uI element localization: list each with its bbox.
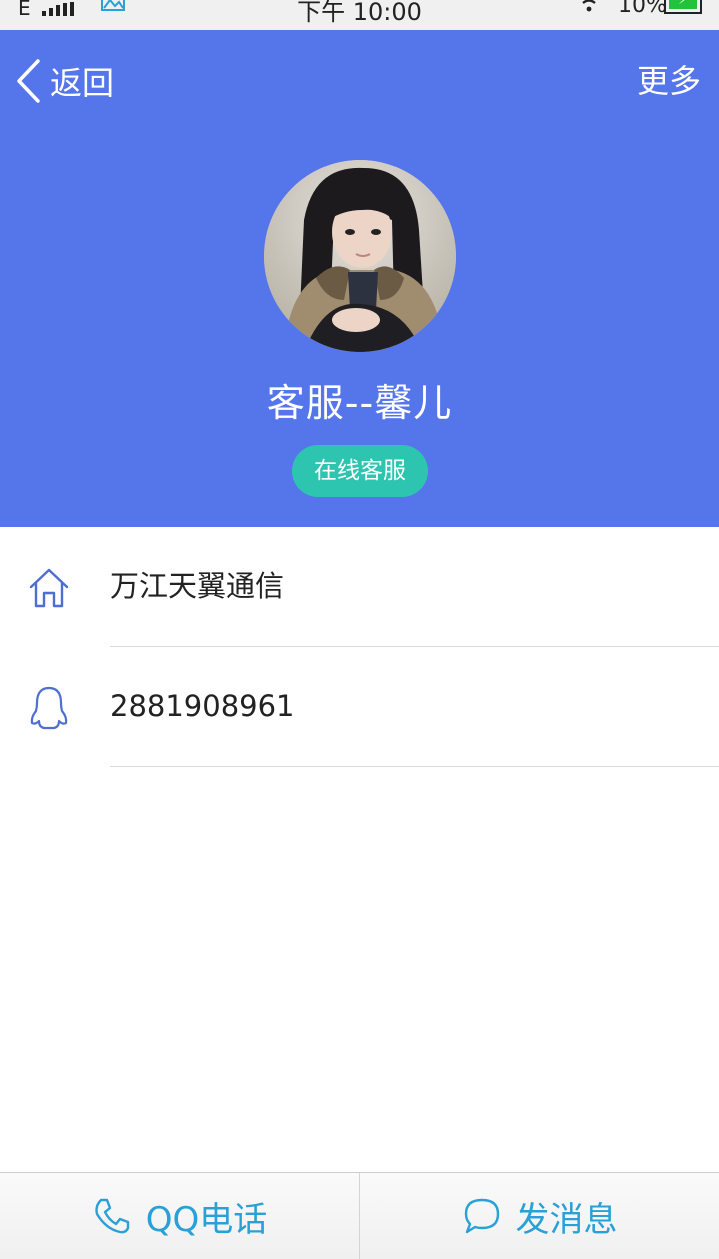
more-button[interactable]: 更多 [637, 56, 701, 106]
qq-number: 2881908961 [110, 689, 295, 723]
send-message-label: 发消息 [515, 1199, 618, 1240]
company-row[interactable]: 万江天翼通信 [0, 527, 719, 647]
info-list: 万江天翼通信 2881908961 [0, 527, 719, 767]
divider [110, 766, 719, 767]
avatar-photo [264, 160, 456, 352]
home-icon [29, 568, 69, 608]
back-label: 返回 [50, 64, 115, 102]
profile-name: 客服--馨儿 [266, 381, 453, 425]
chat-bubble-icon [464, 1198, 499, 1234]
qq-penguin-icon [30, 686, 68, 730]
role-badge: 在线客服 [292, 445, 428, 497]
clock: 下午 10:00 [297, 0, 422, 26]
phone-icon [95, 1198, 129, 1234]
qq-call-label: QQ电话 [145, 1199, 268, 1240]
back-button[interactable]: 返回 [14, 56, 114, 106]
qq-number-row[interactable]: 2881908961 [0, 647, 719, 767]
wifi-icon [582, 0, 596, 12]
send-message-button[interactable]: 发消息 [360, 1173, 719, 1259]
battery-icon: ⚡ [664, 0, 702, 14]
profile-header: 返回 更多 客服--馨儿 在线客服 [0, 30, 719, 527]
avatar[interactable] [264, 160, 456, 352]
qq-call-button[interactable]: QQ电话 [0, 1173, 359, 1259]
status-bar: E 下午 10:00 10% ⚡ [0, 0, 719, 30]
action-bar: QQ电话 发消息 [0, 1172, 719, 1259]
chevron-left-icon [17, 59, 40, 103]
battery-percent: 10% [618, 0, 667, 18]
company-name: 万江天翼通信 [110, 569, 285, 603]
